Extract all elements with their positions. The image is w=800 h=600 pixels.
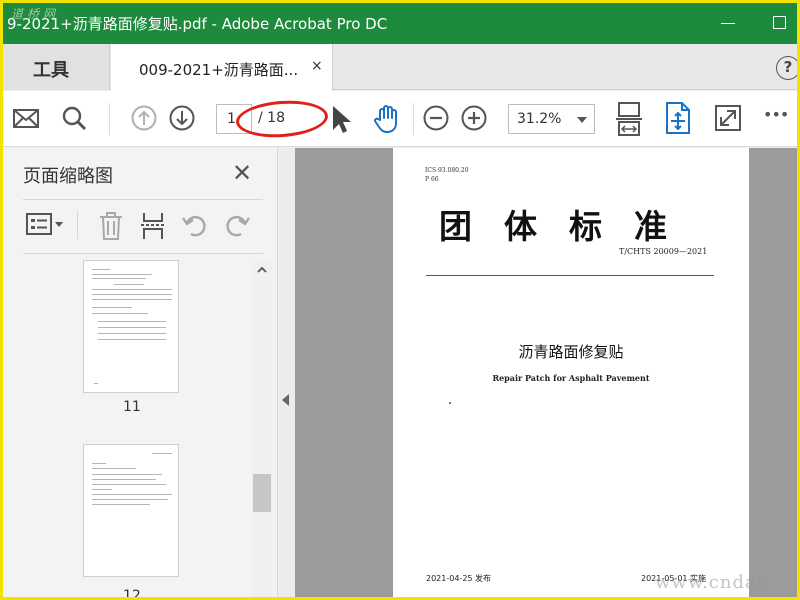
- standard-code: T/CHTS 20009—2021: [619, 247, 708, 256]
- full-screen-icon[interactable]: [713, 103, 743, 133]
- scroll-mode-icon[interactable]: [663, 101, 693, 135]
- zoom-value: 31.2%: [517, 111, 562, 127]
- page-thumbnail-11[interactable]: [83, 260, 179, 393]
- pane-collapse-strip[interactable]: [279, 148, 295, 597]
- ccs-line: P 66: [425, 176, 439, 183]
- maximize-button[interactable]: [773, 16, 786, 29]
- document-title-en: Repair Patch for Asphalt Pavement: [492, 373, 650, 383]
- ics-line: ICS 93.080.20: [425, 167, 469, 174]
- thumbnail-page-number: 12: [123, 588, 141, 600]
- page-mark: [449, 402, 451, 404]
- pdf-page: ICS 93.080.20 P 66 团体标准 T/CHTS 20009—202…: [393, 148, 749, 597]
- release-date: 2021-04-25 发布: [426, 574, 492, 583]
- hand-tool-icon[interactable]: [371, 103, 403, 135]
- insert-page-icon[interactable]: [139, 211, 167, 241]
- select-cursor-icon[interactable]: [325, 103, 355, 135]
- tab-bar: 工具 009-2021+沥青路面... × ?: [3, 44, 797, 91]
- document-view[interactable]: ICS 93.080.20 P 66 团体标准 T/CHTS 20009—202…: [295, 148, 797, 597]
- options-icon[interactable]: [25, 211, 65, 239]
- pane-title: 页面缩略图: [23, 166, 113, 187]
- page-thumbnails-pane: 页面缩略图 ✕ 11 12: [3, 148, 278, 600]
- close-icon[interactable]: ✕: [232, 159, 252, 187]
- divider: [23, 253, 263, 254]
- toolbar-separator: [77, 211, 78, 239]
- ics-code: ICS 93.080.20 P 66: [425, 166, 469, 184]
- zoom-in-icon[interactable]: [459, 103, 489, 133]
- scrollbar-thumb[interactable]: [253, 474, 271, 512]
- chevron-left-icon[interactable]: [282, 394, 289, 406]
- toolbar-separator: [109, 103, 110, 135]
- toolbar: 1 / 18 31.2% •••: [3, 91, 797, 147]
- thumbnail-scrollbar[interactable]: [252, 260, 272, 597]
- search-icon[interactable]: [59, 103, 89, 133]
- tab-close-icon[interactable]: ×: [311, 58, 323, 74]
- mail-icon[interactable]: [11, 103, 41, 133]
- tab-tools-label: 工具: [33, 60, 69, 81]
- window-title: 9-2021+沥青路面修复贴.pdf - Adobe Acrobat Pro D…: [7, 15, 388, 33]
- divider: [426, 275, 714, 276]
- document-title-cn: 沥青路面修复贴: [518, 343, 624, 361]
- zoom-select[interactable]: 31.2%: [508, 104, 595, 134]
- previous-page-icon[interactable]: [129, 103, 159, 133]
- divider: [23, 199, 263, 200]
- chevron-up-icon[interactable]: [256, 264, 268, 276]
- next-page-icon[interactable]: [167, 103, 197, 133]
- rotate-counterclockwise-icon[interactable]: [181, 211, 209, 239]
- trash-icon[interactable]: [97, 211, 125, 241]
- tab-document-label: 009-2021+沥青路面...: [139, 61, 299, 79]
- thumbnail-list: 11 12: [23, 258, 273, 600]
- app-window: 道桥网 9-2021+沥青路面修复贴.pdf - Adobe Acrobat P…: [0, 0, 800, 600]
- rotate-clockwise-icon[interactable]: [223, 211, 251, 239]
- fit-width-icon[interactable]: [613, 101, 645, 137]
- document-heading: 团体标准: [439, 207, 699, 246]
- watermark-bottom: www.cndao: [655, 572, 769, 593]
- tab-tools[interactable]: 工具: [3, 44, 110, 90]
- thumbnail-page-number: 11: [123, 399, 141, 415]
- page-thumbnail-12[interactable]: [83, 444, 179, 577]
- more-icon[interactable]: •••: [763, 105, 789, 124]
- help-icon[interactable]: ?: [776, 56, 797, 80]
- zoom-out-icon[interactable]: [421, 103, 451, 133]
- chevron-down-icon: [577, 117, 587, 123]
- toolbar-separator: [413, 103, 414, 135]
- title-bar: 道桥网 9-2021+沥青路面修复贴.pdf - Adobe Acrobat P…: [3, 3, 797, 44]
- minimize-button[interactable]: [721, 23, 735, 24]
- tab-document[interactable]: 009-2021+沥青路面... ×: [111, 44, 333, 91]
